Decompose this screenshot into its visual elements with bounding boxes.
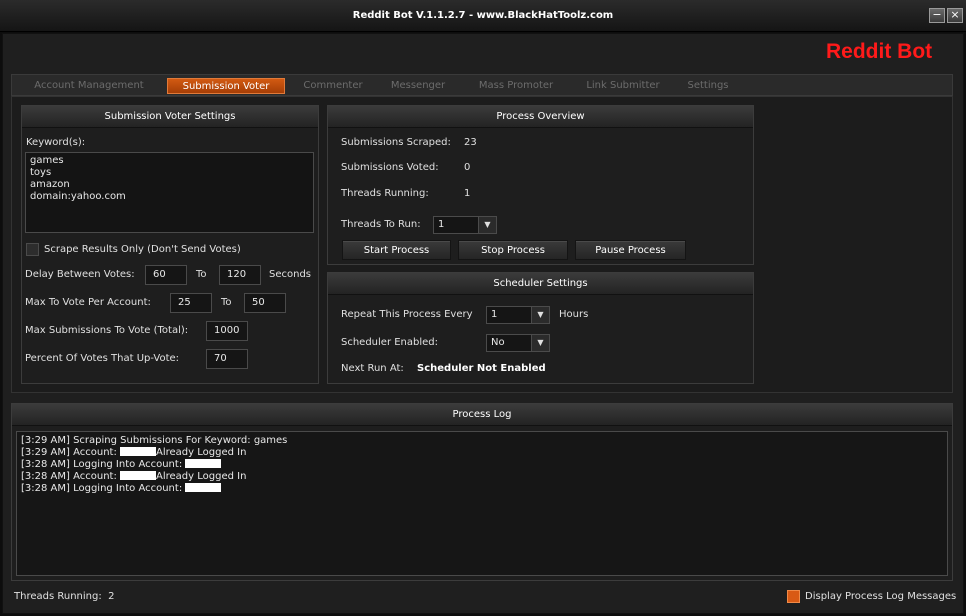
redacted-account (185, 483, 222, 492)
delay-label: Delay Between Votes: (25, 269, 135, 280)
chevron-down-icon: ▼ (478, 217, 496, 233)
percent-input[interactable]: 70 (206, 349, 248, 369)
threads-to-run-select[interactable]: 1 ▼ (433, 216, 497, 234)
repeat-value: 1 (491, 309, 498, 320)
redacted-account (185, 459, 222, 468)
threads-running-label: Threads Running: (341, 188, 429, 199)
max-total-label: Max Submissions To Vote (Total): (25, 325, 189, 336)
threads-running-value: 1 (464, 188, 471, 199)
scrape-only-label: Scrape Results Only (Don't Send Votes) (44, 244, 241, 255)
redacted-account (120, 471, 157, 480)
pause-process-button[interactable]: Pause Process (575, 240, 686, 260)
tab-mass-promoter[interactable]: Mass Promoter (477, 78, 555, 94)
window-title: Reddit Bot V.1.1.2.7 - www.BlackHatToolz… (352, 10, 614, 21)
status-threads-text: Threads Running: (14, 591, 102, 602)
scraped-label: Submissions Scraped: (341, 137, 451, 148)
max-vote-max-input[interactable]: 50 (244, 293, 286, 313)
minimize-button[interactable]: − (929, 8, 945, 23)
title-bar: Reddit Bot V.1.1.2.7 - www.BlackHatToolz… (0, 0, 966, 32)
voted-value: 0 (464, 162, 471, 173)
tab-account-management[interactable]: Account Management (34, 78, 144, 94)
tab-bar: Account Management Submission Voter Comm… (11, 74, 953, 96)
scraped-value: 23 (464, 137, 477, 148)
log-line-suffix: Already Logged In (156, 471, 247, 482)
keywords-label: Keyword(s): (26, 137, 86, 148)
next-run-label: Next Run At: (341, 363, 404, 374)
stop-process-button[interactable]: Stop Process (458, 240, 568, 260)
max-total-input[interactable]: 1000 (206, 321, 248, 341)
threads-to-run-value: 1 (438, 219, 445, 230)
log-line: [3:28 AM] Account: Already Logged In (21, 471, 943, 483)
scrape-only-checkbox[interactable] (26, 243, 39, 256)
log-line-text: [3:29 AM] Account: (21, 447, 121, 458)
keywords-textarea[interactable]: games toys amazon domain:yahoo.com (25, 152, 314, 233)
threads-to-run-label: Threads To Run: (341, 219, 421, 230)
delay-max-input[interactable]: 120 (219, 265, 261, 285)
scheduler-enabled-select[interactable]: No ▼ (486, 334, 550, 352)
keyword-line: toys (30, 167, 52, 178)
delay-min-input[interactable]: 60 (145, 265, 187, 285)
start-process-button[interactable]: Start Process (342, 240, 451, 260)
scheduler-title: Scheduler Settings (328, 273, 753, 295)
log-line-suffix: Already Logged In (156, 447, 247, 458)
max-vote-label: Max To Vote Per Account: (25, 297, 151, 308)
chevron-down-icon: ▼ (531, 335, 549, 351)
log-line-text: [3:28 AM] Logging Into Account: (21, 483, 186, 494)
max-vote-to-label: To (221, 297, 232, 308)
tab-link-submitter[interactable]: Link Submitter (586, 78, 660, 94)
hours-label: Hours (559, 309, 589, 320)
delay-to-label: To (196, 269, 207, 280)
repeat-label: Repeat This Process Every (341, 309, 473, 320)
voter-settings-title: Submission Voter Settings (22, 106, 318, 128)
voted-label: Submissions Voted: (341, 162, 439, 173)
keyword-line: games (30, 155, 64, 166)
display-log-checkbox[interactable] (787, 590, 800, 603)
next-run-value: Scheduler Not Enabled (417, 363, 546, 374)
tab-messenger[interactable]: Messenger (388, 78, 448, 94)
process-overview-title: Process Overview (328, 106, 753, 128)
status-threads-value: 2 (108, 591, 115, 602)
log-line: [3:29 AM] Scraping Submissions For Keywo… (21, 435, 943, 447)
tab-submission-voter[interactable]: Submission Voter (167, 78, 285, 94)
process-log-title: Process Log (12, 404, 952, 426)
display-log-label: Display Process Log Messages (805, 591, 957, 602)
percent-label: Percent Of Votes That Up-Vote: (25, 353, 180, 364)
keyword-line: amazon (30, 179, 70, 190)
chevron-down-icon: ▼ (531, 307, 549, 323)
seconds-label: Seconds (269, 269, 312, 280)
scheduler-enabled-value: No (491, 337, 505, 348)
repeat-select[interactable]: 1 ▼ (486, 306, 550, 324)
log-line: [3:28 AM] Logging Into Account: (21, 459, 943, 471)
process-log-panel: Process Log [3:29 AM] Scraping Submissio… (11, 403, 953, 581)
max-vote-min-input[interactable]: 25 (170, 293, 212, 313)
log-line-text: [3:29 AM] Scraping Submissions For Keywo… (21, 435, 288, 446)
log-line-text: [3:28 AM] Account: (21, 471, 121, 482)
log-line: [3:28 AM] Logging Into Account: (21, 483, 943, 495)
redacted-account (120, 447, 157, 456)
tab-settings[interactable]: Settings (686, 78, 730, 94)
brand-logo: Reddit Bot (826, 40, 933, 63)
keyword-line: domain:yahoo.com (30, 191, 126, 202)
status-threads-label: Threads Running: 2 (14, 591, 114, 602)
process-log[interactable]: [3:29 AM] Scraping Submissions For Keywo… (16, 431, 948, 576)
log-line-text: [3:28 AM] Logging Into Account: (21, 459, 186, 470)
scheduler-enabled-label: Scheduler Enabled: (341, 337, 439, 348)
log-line: [3:29 AM] Account: Already Logged In (21, 447, 943, 459)
close-button[interactable]: × (947, 8, 963, 23)
tab-commenter[interactable]: Commenter (302, 78, 364, 94)
